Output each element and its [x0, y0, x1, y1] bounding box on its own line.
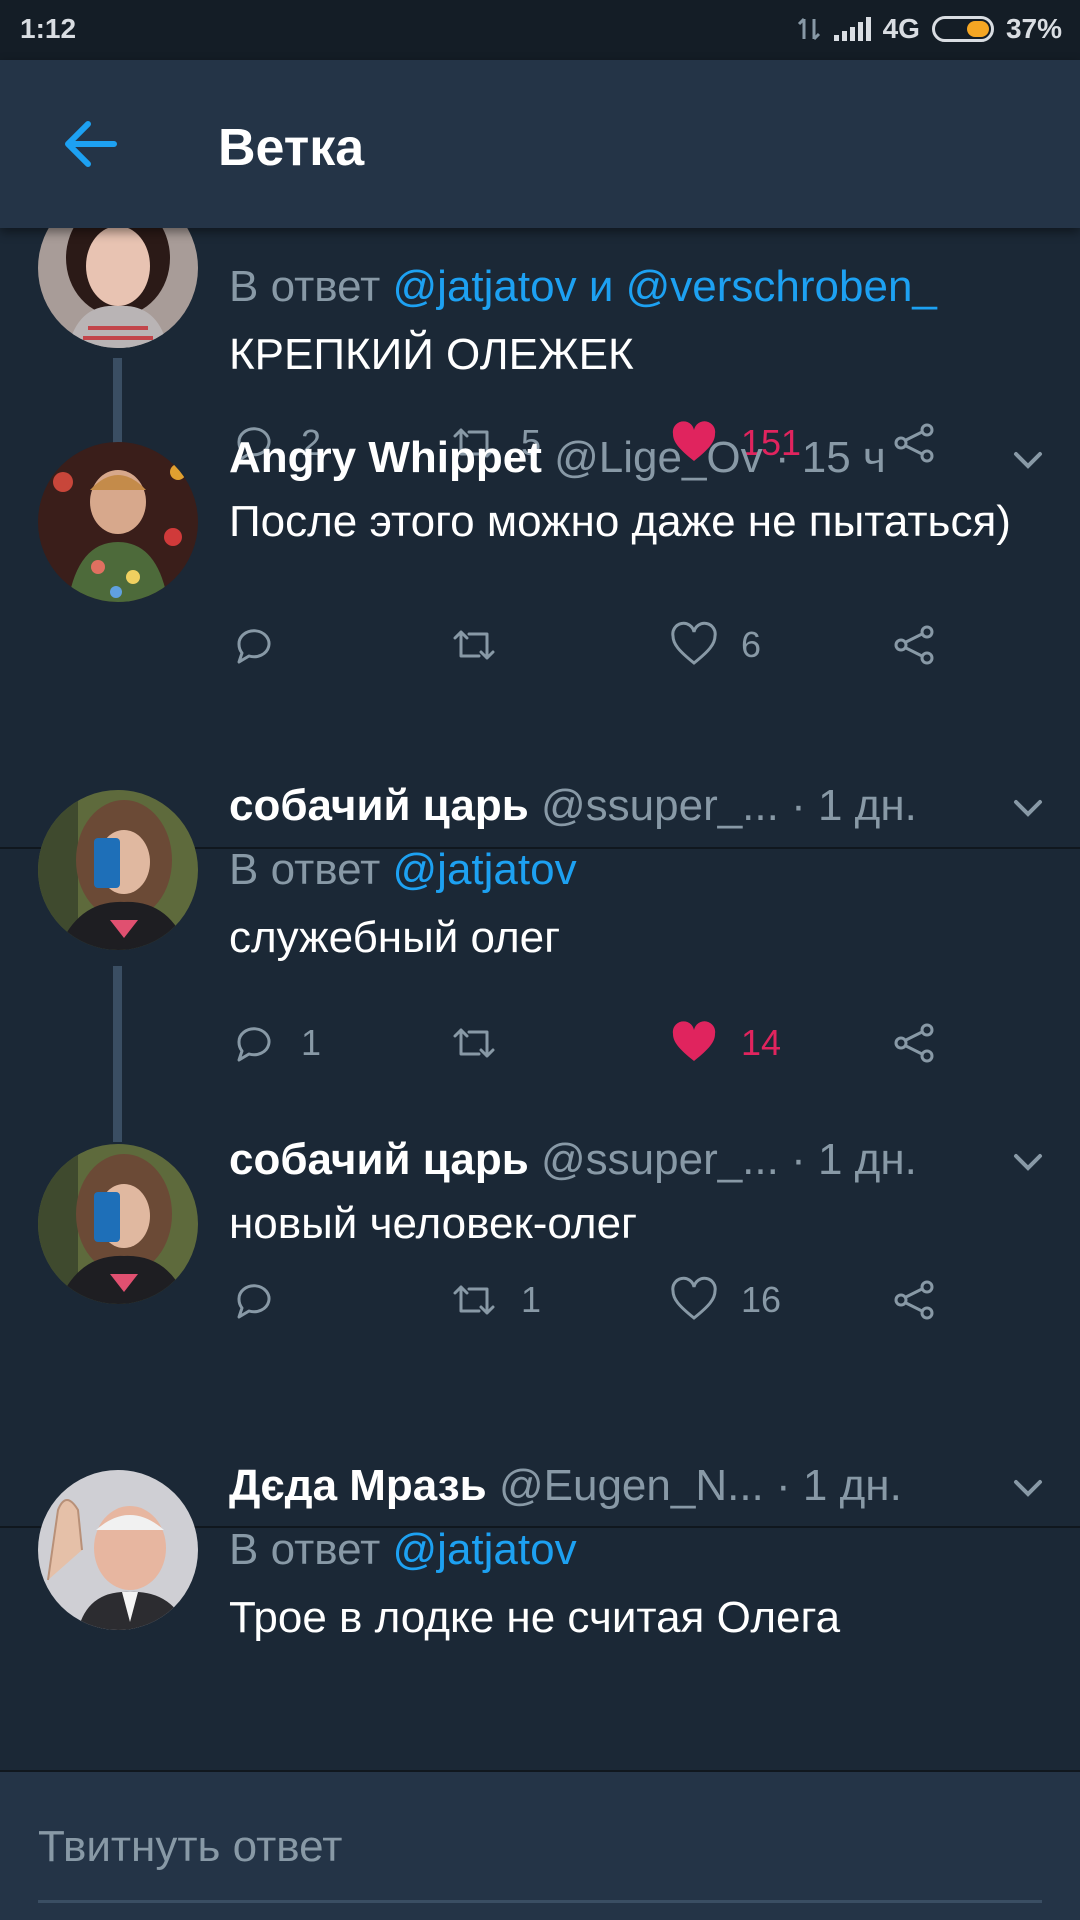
tweet-time: · 1 дн. [791, 781, 917, 830]
tweet-time: · 1 дн. [791, 1135, 917, 1184]
thread-line [113, 966, 122, 1142]
tweet[interactable]: Дєда Мразь @Eugen_N... · 1 дн. В ответ @… [0, 1456, 1080, 1770]
heart-icon [671, 1276, 717, 1320]
like-button[interactable]: 6 [669, 615, 761, 675]
status-time: 1:12 [20, 13, 77, 44]
reply-icon [237, 1284, 271, 1319]
reply-prefix: В ответ [229, 1525, 381, 1574]
mention-link[interactable]: @jatjatov [393, 1525, 577, 1574]
user-handle[interactable]: @ssuper_... [541, 1135, 779, 1184]
like-count: 6 [741, 624, 762, 665]
avatar[interactable] [38, 790, 198, 950]
page-title: Ветка [218, 119, 365, 177]
like-count: 14 [741, 1022, 782, 1063]
like-button[interactable]: 16 [669, 1270, 781, 1330]
reply-to-line: В ответ @jatjatov [229, 836, 1040, 904]
tweet[interactable]: собачий царь @ssuper_... · 1 дн. В ответ… [0, 776, 1080, 1142]
tweet-time: · 15 ч [774, 433, 886, 482]
retweet-icon [453, 630, 495, 660]
retweet-icon [453, 1285, 495, 1315]
tweet-header: Дєда Мразь @Eugen_N... · 1 дн. [229, 1456, 1040, 1516]
tweet-header: собачий царь @ssuper_... · 1 дн. [229, 776, 1040, 836]
mention-link[interactable]: @jatjatov [393, 845, 577, 894]
mention-link[interactable]: @verschroben_ [626, 262, 937, 311]
reply-composer[interactable]: Твитнуть ответ [0, 1770, 1080, 1920]
reply-to-line: В ответ @jatjatov [229, 1516, 1040, 1584]
mention-conjunction: и [588, 262, 614, 311]
reply-icon [237, 1027, 271, 1062]
share-button[interactable] [889, 1013, 939, 1073]
display-name[interactable]: Дєда Мразь [229, 1461, 487, 1510]
status-icons: 4G 37% [796, 13, 1062, 45]
tweet-actions: 1 14 [229, 1013, 1009, 1073]
tweet-header: собачий царь @ssuper_... · 1 дн. [229, 1130, 1040, 1190]
tweet-text: новый человек-олег [229, 1199, 638, 1248]
user-handle[interactable]: @Lige_Ov [554, 433, 763, 482]
tweet-actions: 1 16 [229, 1270, 1009, 1330]
reply-icon [237, 629, 271, 664]
avatar[interactable] [38, 442, 198, 602]
thread-feed[interactable]: В ответ @jatjatov и @verschroben_ КРЕПКИ… [0, 228, 1080, 1770]
mention-link[interactable]: @jatjatov [393, 262, 577, 311]
data-transfer-icon [797, 17, 820, 41]
tweet-text: Трое в лодке не считая Олега [229, 1593, 841, 1642]
user-handle[interactable]: @ssuper_... [541, 781, 779, 830]
heart-icon [671, 621, 717, 665]
reply-button[interactable] [229, 1270, 301, 1330]
tweet[interactable]: Angry Whippet @Lige_Ov · 15 ч После этог… [0, 428, 1080, 728]
reply-count: 1 [301, 1022, 322, 1063]
share-icon [894, 1280, 934, 1320]
reply-button[interactable]: 1 [229, 1013, 321, 1073]
tweet-text: служебный олег [229, 913, 561, 962]
reply-prefix: В ответ [229, 845, 381, 894]
tweet-text: КРЕПКИЙ ОЛЕЖЕК [229, 330, 634, 379]
display-name[interactable]: собачий царь [229, 781, 529, 830]
display-name[interactable]: собачий царь [229, 1135, 529, 1184]
retweet-button[interactable]: 1 [449, 1270, 541, 1330]
tweet-time: · 1 дн. [776, 1461, 902, 1510]
chevron-down-icon[interactable] [1008, 1142, 1048, 1182]
battery-percent: 37% [1005, 13, 1062, 44]
top-app-bar: Ветка [0, 60, 1080, 228]
avatar[interactable] [38, 1470, 198, 1630]
status-bar: 1:12 4G 37% [0, 0, 1080, 60]
avatar[interactable] [38, 228, 198, 348]
share-button[interactable] [889, 615, 939, 675]
share-icon [894, 1023, 934, 1063]
retweet-count: 1 [521, 1279, 542, 1320]
tweet[interactable]: собачий царь @ssuper_... · 1 дн. новый ч… [0, 1130, 1080, 1430]
share-button[interactable] [889, 1270, 939, 1330]
chevron-down-icon[interactable] [1008, 1468, 1048, 1508]
tweet-actions: 6 [229, 615, 1009, 675]
retweet-button[interactable] [449, 615, 521, 675]
chevron-down-icon[interactable] [1008, 788, 1048, 828]
avatar[interactable] [38, 1144, 198, 1304]
input-underline [38, 1900, 1042, 1903]
user-handle[interactable]: @Eugen_N... [499, 1461, 764, 1510]
back-arrow-icon[interactable] [58, 112, 122, 176]
reply-prefix: В ответ [229, 262, 381, 311]
battery-icon [931, 16, 994, 42]
signal-icon [833, 17, 871, 41]
display-name[interactable]: Angry Whippet [229, 433, 542, 482]
heart-icon [672, 1021, 716, 1061]
retweet-icon [453, 1028, 495, 1058]
reply-button[interactable] [229, 615, 301, 675]
tweet-header: Angry Whippet @Lige_Ov · 15 ч [229, 428, 1040, 488]
retweet-button[interactable] [449, 1013, 521, 1073]
reply-to-line: В ответ @jatjatov и @verschroben_ [229, 253, 1040, 321]
like-button[interactable]: 14 [669, 1013, 781, 1073]
like-count: 16 [741, 1279, 782, 1320]
reply-input[interactable]: Твитнуть ответ [38, 1822, 342, 1872]
chevron-down-icon[interactable] [1008, 440, 1048, 480]
share-icon [894, 625, 934, 665]
network-type: 4G [882, 13, 920, 44]
tweet-text: После этого можно даже не пытаться) [229, 497, 1011, 546]
